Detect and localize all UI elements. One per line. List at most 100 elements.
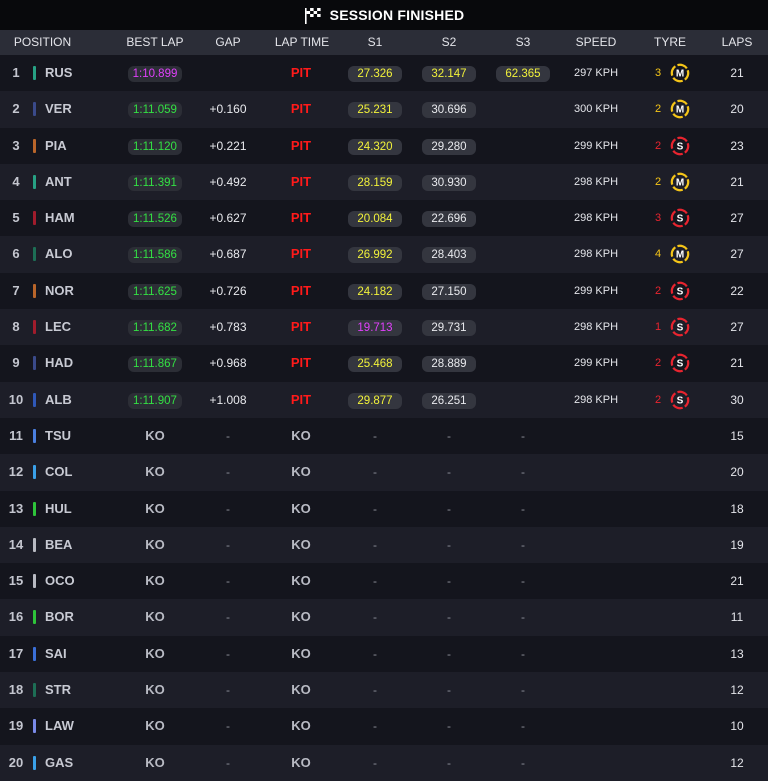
driver-code: PIA xyxy=(45,137,67,153)
laps-value: 20 xyxy=(730,102,744,117)
team-color-stripe xyxy=(33,755,36,770)
soft-tyre-icon: S xyxy=(670,317,690,337)
laps-value: 13 xyxy=(730,646,744,661)
tyre-laps-value: 1 xyxy=(654,321,662,334)
s3-value: - xyxy=(521,465,525,480)
laps-value: 22 xyxy=(730,283,744,298)
lap-time-cell: KO xyxy=(271,636,331,672)
tyre-laps-value: 2 xyxy=(654,103,662,116)
table-row[interactable]: 9 HAD 1:11.867 +0.968 PIT 25.468 28.889 299 KPH… xyxy=(0,345,768,382)
lap-time-value: KO xyxy=(291,718,311,734)
table-row[interactable]: 5 HAM 1:11.526 +0.627 PIT 20.084 22.696 298 KPH… xyxy=(0,200,768,237)
table-row[interactable]: 18 STR KO - KO - - - 12 xyxy=(0,672,768,709)
tyre-laps-value: 2 xyxy=(654,284,662,297)
driver-code: COL xyxy=(45,464,73,480)
col-lap-time[interactable]: LAP TIME xyxy=(266,30,338,55)
lap-time-value: KO xyxy=(291,609,311,625)
lap-time-value: PIT xyxy=(290,391,312,407)
table-row[interactable]: 8 LEC 1:11.682 +0.783 PIT 19.713 29.731 298 KPH… xyxy=(0,309,768,346)
lap-time-value: KO xyxy=(291,464,311,480)
col-laps[interactable]: LAPS xyxy=(717,30,757,55)
position-number: 6 xyxy=(12,246,20,262)
lap-time-value: KO xyxy=(291,754,311,770)
s3-cell: - xyxy=(494,563,552,599)
s3-cell: - xyxy=(494,745,552,781)
position-number: 9 xyxy=(12,355,20,371)
col-s3[interactable]: S3 xyxy=(494,30,552,55)
gap-cell: - xyxy=(198,454,258,490)
lap-time-value: PIT xyxy=(290,65,312,80)
table-row[interactable]: 4 ANT 1:11.391 +0.492 PIT 28.159 30.930 298 KPH… xyxy=(0,163,768,201)
table-row[interactable]: 16 BOR KO - KO - - - 11 xyxy=(0,599,768,636)
s1-cell: 27.326 xyxy=(346,55,404,91)
table-row[interactable]: 12 COL KO - KO - - - 20 xyxy=(0,454,768,491)
team-color-stripe xyxy=(33,501,36,516)
best-lap-cell: 1:11.059 xyxy=(120,91,190,127)
tyre-laps-value: 2 xyxy=(654,139,662,152)
driver-code: SAI xyxy=(45,645,67,661)
table-row[interactable]: 19 LAW KO - KO - - - 10 xyxy=(0,708,768,745)
soft-tyre-icon: S xyxy=(670,136,690,155)
position-number: 15 xyxy=(8,573,24,589)
col-speed[interactable]: SPEED xyxy=(566,30,626,55)
table-row[interactable]: 7 NOR 1:11.625 +0.726 PIT 24.182 27.150 299 KPH… xyxy=(0,272,768,310)
best-lap-value: 1:11.907 xyxy=(128,392,182,409)
laps-value: 21 xyxy=(730,174,744,189)
col-s2[interactable]: S2 xyxy=(420,30,478,55)
s2-value: - xyxy=(447,537,451,552)
table-row[interactable]: 2 VER 1:11.059 +0.160 PIT 25.231 30.696 300 KPH… xyxy=(0,91,768,128)
table-row[interactable]: 11 TSU KO - KO - - - 15 xyxy=(0,417,768,455)
position-number: 4 xyxy=(12,173,20,189)
s2-value: 28.889 xyxy=(422,356,476,373)
col-position[interactable]: POSITION xyxy=(0,30,85,55)
team-color-stripe xyxy=(33,392,36,407)
lap-time-cell: KO xyxy=(271,491,331,527)
table-row[interactable]: 10 ALB 1:11.907 +1.008 PIT 29.877 26.251 298 KP… xyxy=(0,381,768,418)
col-gap[interactable]: GAP xyxy=(198,30,258,55)
laps-value: 30 xyxy=(730,392,744,407)
s2-cell: 28.403 xyxy=(420,236,478,272)
s2-value: 32.147 xyxy=(422,66,476,82)
s1-value: - xyxy=(373,537,377,552)
table-row[interactable]: 3 PIA 1:11.120 +0.221 PIT 24.320 29.280 299 KPH… xyxy=(0,127,768,164)
col-s1[interactable]: S1 xyxy=(346,30,404,55)
medium-tyre-icon: M xyxy=(670,63,690,83)
table-row[interactable]: 6 ALO 1:11.586 +0.687 PIT 26.992 28.403 298 KPH… xyxy=(0,236,768,273)
laps-value: 27 xyxy=(730,247,744,262)
tyre-laps-value: 4 xyxy=(654,248,662,261)
table-row[interactable]: 13 HUL KO - KO - - - 18 xyxy=(0,490,768,527)
team-color-stripe xyxy=(33,66,36,80)
team-color-stripe xyxy=(33,102,36,117)
s2-value: 29.280 xyxy=(422,138,476,155)
best-lap-cell: 1:11.907 xyxy=(120,382,190,418)
best-lap-cell: 1:11.120 xyxy=(120,128,190,164)
s2-value: - xyxy=(447,755,451,770)
soft-tyre-icon: S xyxy=(670,390,690,409)
driver-code: RUS xyxy=(45,65,73,80)
col-tyre[interactable]: TYRE xyxy=(640,30,700,55)
table-row[interactable]: 15 OCO KO - KO - - - 21 xyxy=(0,563,768,600)
lap-time-value: KO xyxy=(291,573,311,589)
gap-value: - xyxy=(226,646,230,661)
driver-code: ALB xyxy=(45,391,72,407)
position-number: 18 xyxy=(8,682,24,698)
s3-cell: - xyxy=(494,527,552,563)
s2-value: - xyxy=(447,465,451,480)
lap-time-value: KO xyxy=(291,427,311,443)
driver-code: BEA xyxy=(45,536,73,552)
col-best-lap[interactable]: BEST LAP xyxy=(120,30,190,55)
s1-value: 24.320 xyxy=(348,138,402,155)
s1-cell: - xyxy=(346,527,404,563)
s1-cell: 25.468 xyxy=(346,345,404,381)
driver-code: BOR xyxy=(45,609,74,625)
table-row[interactable]: 14 BEA KO - KO - - - 19 xyxy=(0,526,768,564)
s1-value: 19.713 xyxy=(348,320,402,337)
table-row[interactable]: 17 SAI KO - KO - - - 13 xyxy=(0,635,768,673)
table-row[interactable]: 1 RUS 1:10.899 PIT 27.326 32.147 62.365 297 KPH… xyxy=(0,55,768,92)
driver-code: LAW xyxy=(45,718,74,734)
laps-value: 18 xyxy=(730,501,744,516)
medium-tyre-icon: M xyxy=(670,99,690,119)
s3-cell: - xyxy=(494,418,552,454)
table-row[interactable]: 20 GAS KO - KO - - - 12 xyxy=(0,744,768,781)
s1-cell: - xyxy=(346,418,404,454)
